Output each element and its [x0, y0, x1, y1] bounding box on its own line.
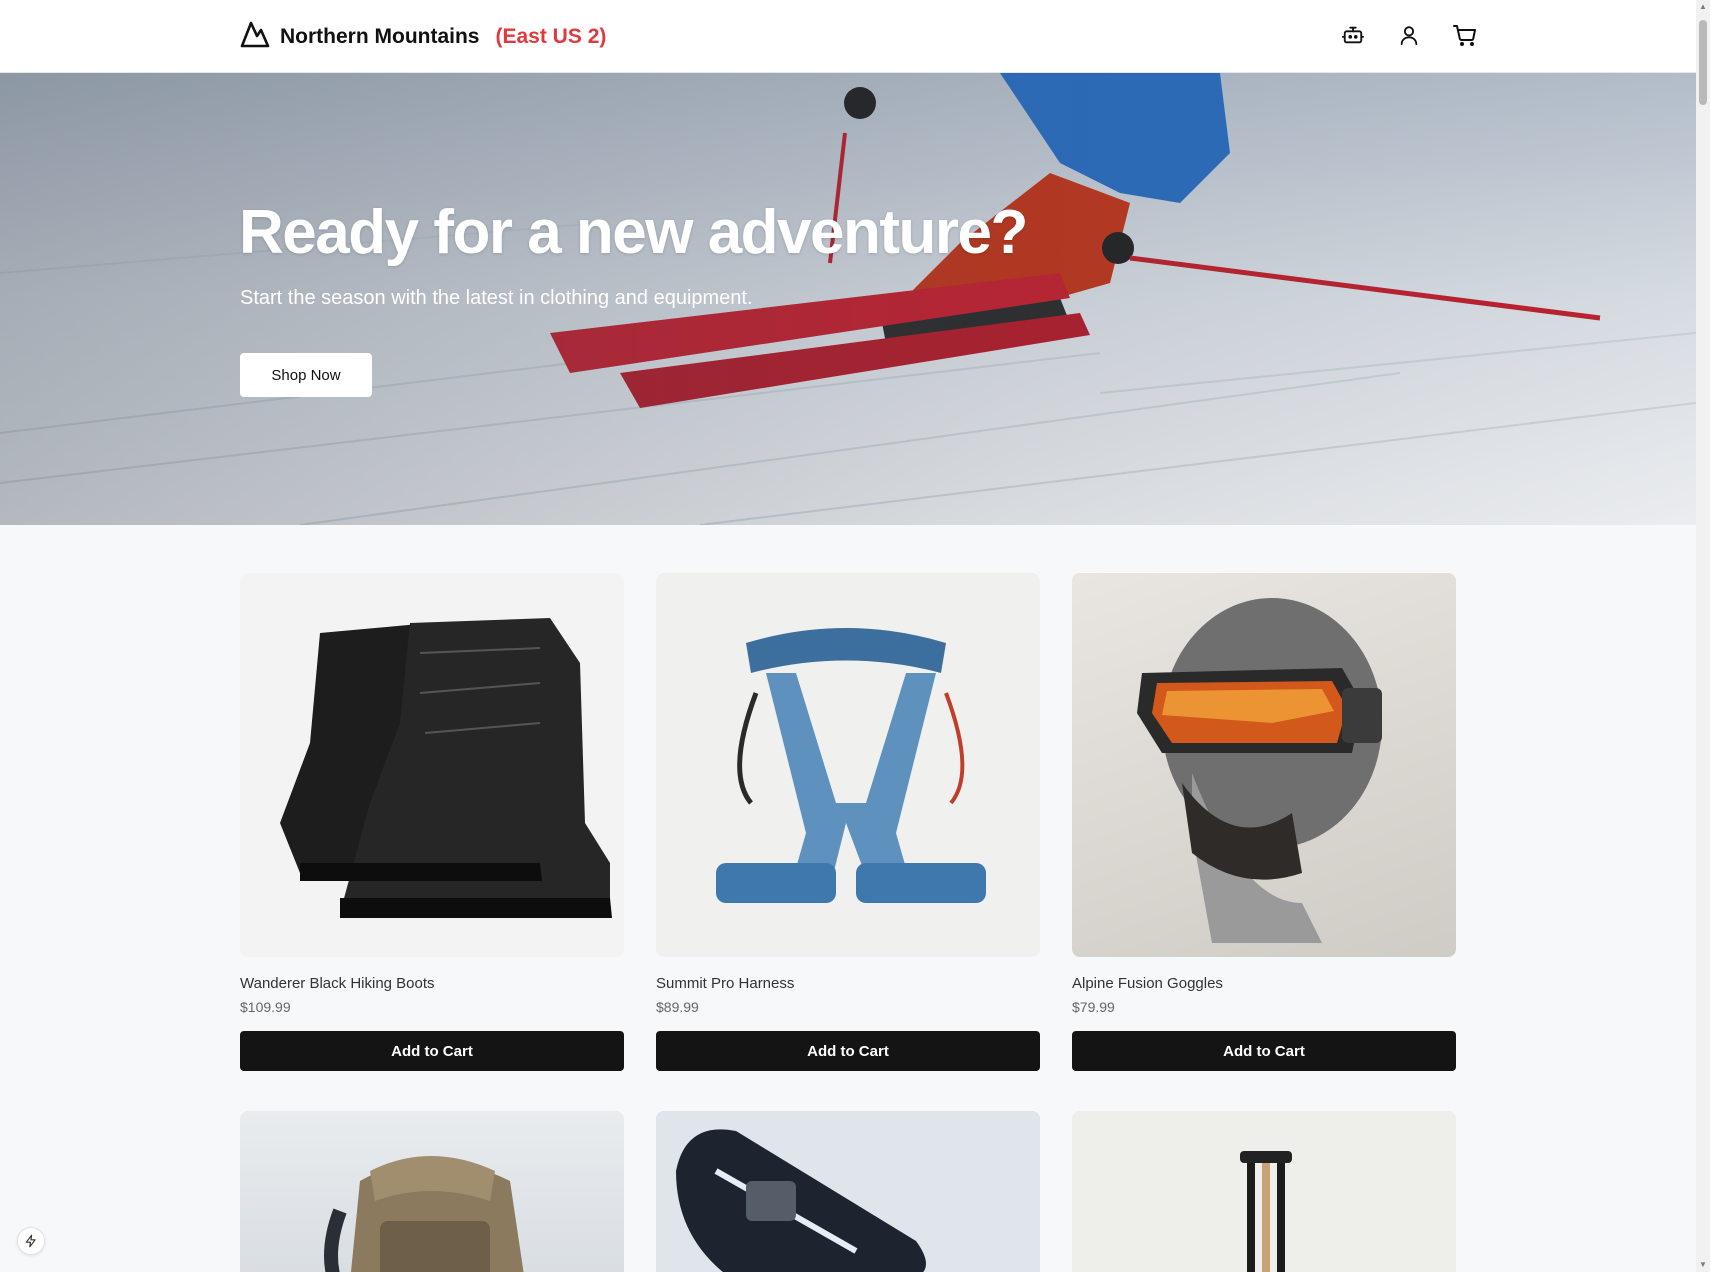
cart-icon[interactable] [1452, 22, 1478, 48]
shop-now-button[interactable]: Shop Now [240, 353, 372, 397]
hero-title: Ready for a new adventure? [239, 198, 1028, 267]
product-name: Summit Pro Harness [656, 975, 795, 992]
robot-icon[interactable] [1340, 22, 1366, 48]
scroll-down-arrow-icon[interactable]: ▼ [1699, 1261, 1707, 1269]
product-grid: Wanderer Black Hiking Boots $109.99 Add … [240, 573, 1456, 1272]
product-price: $79.99 [1072, 999, 1115, 1015]
product-card: Alpine Fusion Goggles $79.99 Add to Cart [1072, 573, 1456, 1071]
scroll-thumb[interactable] [1699, 20, 1707, 105]
product-price: $89.99 [656, 999, 699, 1015]
add-to-cart-button[interactable]: Add to Cart [1072, 1031, 1456, 1071]
brand-name: Northern Mountains [280, 24, 480, 48]
add-to-cart-button[interactable]: Add to Cart [240, 1031, 624, 1071]
top-navigation-bar: Northern Mountains (East US 2) [0, 0, 1696, 73]
product-name: Wanderer Black Hiking Boots [240, 975, 435, 992]
hero-banner: Ready for a new adventure? Start the sea… [0, 73, 1696, 525]
product-card [240, 1111, 624, 1272]
header-actions [1340, 22, 1478, 48]
product-card [656, 1111, 1040, 1272]
hero-subtitle: Start the season with the latest in clot… [240, 287, 753, 309]
scroll-up-arrow-icon[interactable]: ▲ [1699, 3, 1707, 11]
product-card [1072, 1111, 1456, 1272]
hiking-boots-image[interactable] [240, 573, 624, 957]
product-name: Alpine Fusion Goggles [1072, 975, 1223, 992]
vertical-scrollbar[interactable]: ▲ ▼ [1696, 0, 1710, 1272]
mountain-logo-icon [240, 20, 270, 53]
product-card: Wanderer Black Hiking Boots $109.99 Add … [240, 573, 624, 1071]
snowboard-image[interactable] [656, 1111, 1040, 1272]
product-card: Summit Pro Harness $89.99 Add to Cart [656, 573, 1040, 1071]
backpack-image[interactable] [240, 1111, 624, 1272]
region-label: (East US 2) [495, 24, 607, 48]
lightning-icon[interactable] [17, 1227, 45, 1255]
brand[interactable]: Northern Mountains (East US 2) [240, 20, 606, 53]
trekking-poles-image[interactable] [1072, 1111, 1456, 1272]
harness-image[interactable] [656, 573, 1040, 957]
add-to-cart-button[interactable]: Add to Cart [656, 1031, 1040, 1071]
product-price: $109.99 [240, 999, 291, 1015]
user-icon[interactable] [1396, 22, 1422, 48]
goggles-image[interactable] [1072, 573, 1456, 957]
